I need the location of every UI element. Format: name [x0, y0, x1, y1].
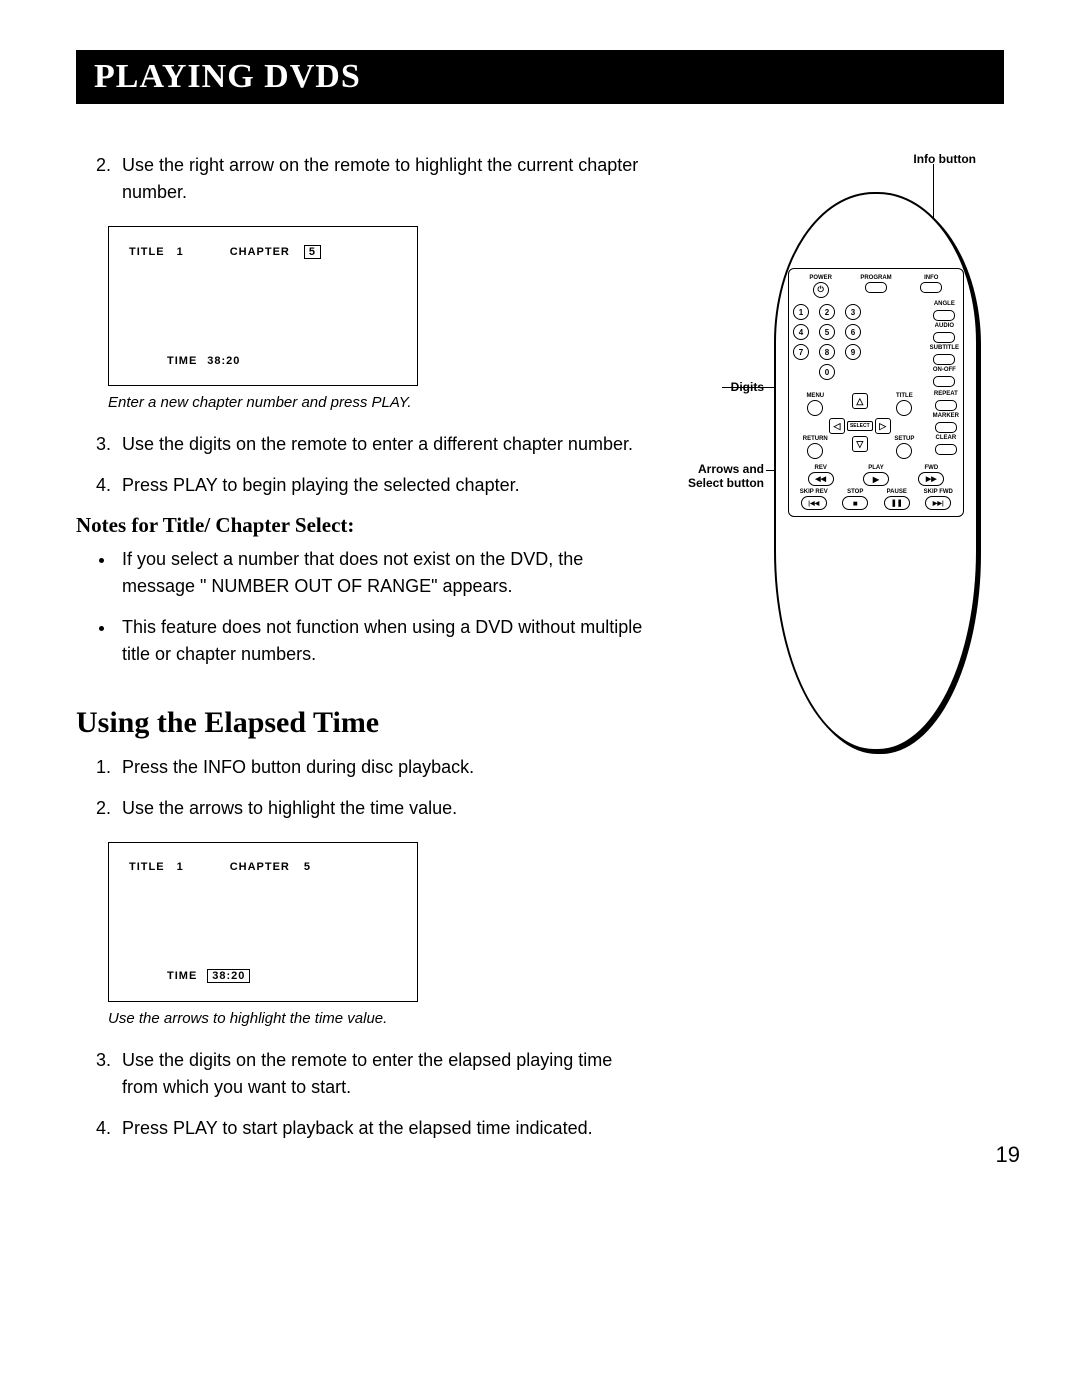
angle-button: [933, 310, 955, 321]
note-item: This feature does not function when usin…: [116, 614, 644, 668]
digit-3: 3: [845, 304, 861, 320]
play-button: ▶: [863, 472, 889, 486]
digit-7: 7: [793, 344, 809, 360]
angle-label: ANGLE: [934, 301, 955, 307]
steps-c: Press the INFO button during disc playba…: [76, 754, 644, 822]
title-button: [896, 400, 912, 416]
osd-time-label: TIME: [167, 355, 197, 367]
note-item: If you select a number that does not exi…: [116, 546, 644, 600]
setup-button: [896, 443, 912, 459]
digit-5: 5: [819, 324, 835, 340]
onoff-label: ON-OFF: [933, 367, 956, 373]
audio-button: [933, 332, 955, 343]
digit-4: 4: [793, 324, 809, 340]
callout-arrows: Arrows and Select button: [674, 462, 764, 490]
osd-title-label: TITLE: [129, 246, 165, 258]
fwd-button: ▶▶: [918, 472, 944, 486]
steps-b: Use the digits on the remote to enter a …: [76, 431, 644, 499]
stop-label: STOP: [847, 489, 863, 495]
program-button: [865, 282, 887, 293]
digit-2: 2: [819, 304, 835, 320]
step-item: Press PLAY to start playback at the elap…: [116, 1115, 644, 1142]
osd-title-value: 1: [177, 246, 184, 258]
clear-button: [935, 444, 957, 455]
step-item: Use the right arrow on the remote to hig…: [116, 152, 644, 206]
skipfwd-label: SKIP FWD: [924, 489, 953, 495]
onoff-button: [933, 376, 955, 387]
step-item: Use the arrows to highlight the time val…: [116, 795, 644, 822]
fwd-label: FWD: [924, 465, 938, 471]
step-item: Use the digits on the remote to enter th…: [116, 1047, 644, 1101]
osd-chapter-label: CHAPTER: [230, 861, 290, 873]
osd-title-label: TITLE: [129, 861, 165, 873]
osd-chapter-value: 5: [304, 861, 311, 873]
osd-chapter-label: CHAPTER: [230, 246, 290, 258]
return-button: [807, 443, 823, 459]
osd-caption: Enter a new chapter number and press PLA…: [108, 394, 644, 411]
setup-label: SETUP: [894, 436, 914, 442]
remote-body: POWER ⏻ PROGRAM INFO: [774, 192, 978, 751]
osd-time-value: 38:20: [207, 355, 240, 367]
program-label: PROGRAM: [860, 275, 891, 281]
subtitle-label: SUBTITLE: [930, 345, 959, 351]
osd-time-value: 38:20: [207, 969, 250, 983]
step-item: Press the INFO button during disc playba…: [116, 754, 644, 781]
repeat-button: [935, 400, 957, 411]
select-button: SELECT: [847, 421, 873, 431]
power-label: POWER: [809, 275, 832, 281]
marker-label: MARKER: [933, 413, 959, 419]
arrow-up: △: [852, 393, 868, 409]
skiprev-label: SKIP REV: [800, 489, 828, 495]
digit-8: 8: [819, 344, 835, 360]
subtitle-button: [933, 354, 955, 365]
skiprev-button: |◀◀: [801, 496, 827, 510]
osd-chapter: TITLE 1 CHAPTER 5 TIME 38:20: [108, 226, 418, 386]
notes-list: If you select a number that does not exi…: [76, 546, 644, 668]
menu-button: [807, 400, 823, 416]
info-button: [920, 282, 942, 293]
section-title: PLAYING DVDS: [76, 50, 1004, 104]
pause-button: ❚❚: [884, 496, 910, 510]
repeat-label: REPEAT: [934, 391, 958, 397]
digit-1: 1: [793, 304, 809, 320]
rev-label: REV: [814, 465, 826, 471]
stop-button: ■: [842, 496, 868, 510]
step-item: Press PLAY to begin playing the selected…: [116, 472, 644, 499]
osd-caption: Use the arrows to highlight the time val…: [108, 1010, 644, 1027]
osd-title-value: 1: [177, 861, 184, 873]
remote-diagram: Info button Digits Arrows and Select but…: [674, 152, 1004, 752]
digit-0: 0: [819, 364, 835, 380]
menu-label: MENU: [806, 393, 824, 399]
main-content: Use the right arrow on the remote to hig…: [76, 152, 644, 1156]
arrow-down: ▽: [852, 436, 868, 452]
pause-label: PAUSE: [887, 489, 907, 495]
rev-button: ◀◀: [808, 472, 834, 486]
step-item: Use the digits on the remote to enter a …: [116, 431, 644, 458]
callout-info: Info button: [913, 152, 976, 166]
arrow-left: ◁: [829, 418, 845, 434]
digit-pad: 1 4 7 2 5 8 0: [793, 301, 861, 383]
play-label: PLAY: [868, 465, 883, 471]
info-label: INFO: [924, 275, 938, 281]
section-heading: Using the Elapsed Time: [76, 706, 644, 740]
digit-6: 6: [845, 324, 861, 340]
steps-a: Use the right arrow on the remote to hig…: [76, 152, 644, 206]
osd-chapter-value: 5: [304, 245, 321, 259]
skipfwd-button: ▶▶|: [925, 496, 951, 510]
power-button: ⏻: [813, 282, 829, 298]
osd-time: TITLE 1 CHAPTER 5 TIME 38:20: [108, 842, 418, 1002]
title-label: TITLE: [896, 393, 913, 399]
marker-button: [935, 422, 957, 433]
arrow-right: ▷: [875, 418, 891, 434]
audio-label: AUDIO: [935, 323, 954, 329]
notes-heading: Notes for Title/ Chapter Select:: [76, 513, 644, 538]
steps-d: Use the digits on the remote to enter th…: [76, 1047, 644, 1142]
return-label: RETURN: [803, 436, 828, 442]
clear-label: CLEAR: [935, 435, 956, 441]
page-number: 19: [996, 1142, 1020, 1168]
osd-time-label: TIME: [167, 970, 197, 982]
digit-9: 9: [845, 344, 861, 360]
